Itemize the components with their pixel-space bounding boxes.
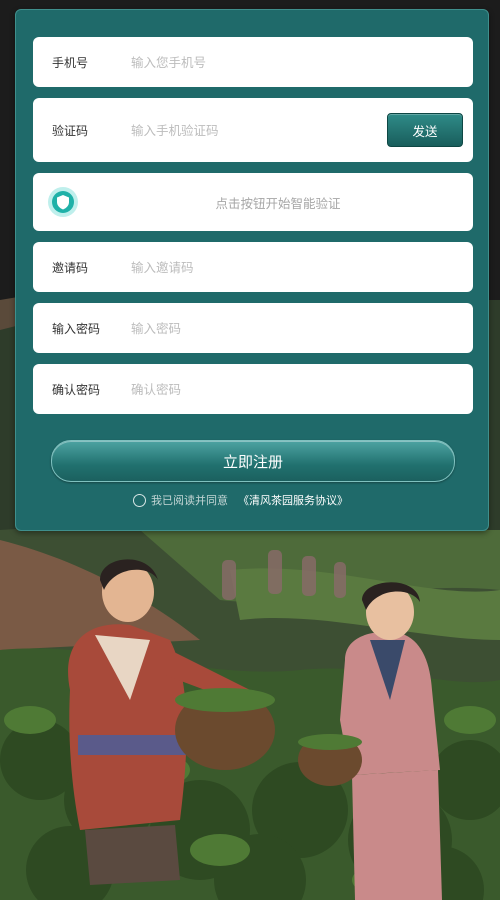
register-screen: 手机号 验证码 发送 点击按钮开始智能验证 邀请码 输入密码 确认密码 <box>0 0 500 900</box>
confirm-password-field[interactable]: 确认密码 <box>33 364 473 414</box>
agreement-text: 我已阅读并同意 <box>151 494 228 507</box>
service-agreement-link[interactable]: 《清风茶园服务协议》 <box>238 492 348 508</box>
confirm-password-label: 确认密码 <box>52 382 101 397</box>
verification-code-label: 验证码 <box>52 123 89 138</box>
phone-label: 手机号 <box>52 55 89 70</box>
password-field[interactable]: 输入密码 <box>33 303 473 353</box>
send-code-button[interactable]: 发送 <box>387 113 463 147</box>
radio-unchecked-icon[interactable] <box>133 493 146 507</box>
register-button[interactable]: 立即注册 <box>51 440 455 482</box>
verification-code-input[interactable] <box>131 119 361 141</box>
phone-input[interactable] <box>131 51 361 73</box>
invite-code-field[interactable]: 邀请码 <box>33 242 473 292</box>
captcha-prompt: 点击按钮开始智能验证 <box>215 195 341 211</box>
register-form-panel: 手机号 验证码 发送 点击按钮开始智能验证 邀请码 输入密码 确认密码 <box>15 9 489 531</box>
invite-code-input[interactable] <box>131 256 361 278</box>
password-label: 输入密码 <box>52 321 101 336</box>
verification-code-field[interactable]: 验证码 发送 <box>33 98 473 162</box>
agreement-row: 我已阅读并同意 《清风茶园服务协议》 <box>133 491 348 509</box>
invite-code-label: 邀请码 <box>52 260 89 275</box>
smart-captcha-field[interactable]: 点击按钮开始智能验证 <box>33 173 473 231</box>
phone-field[interactable]: 手机号 <box>33 37 473 87</box>
confirm-password-input[interactable] <box>131 378 361 400</box>
password-input[interactable] <box>131 317 361 339</box>
